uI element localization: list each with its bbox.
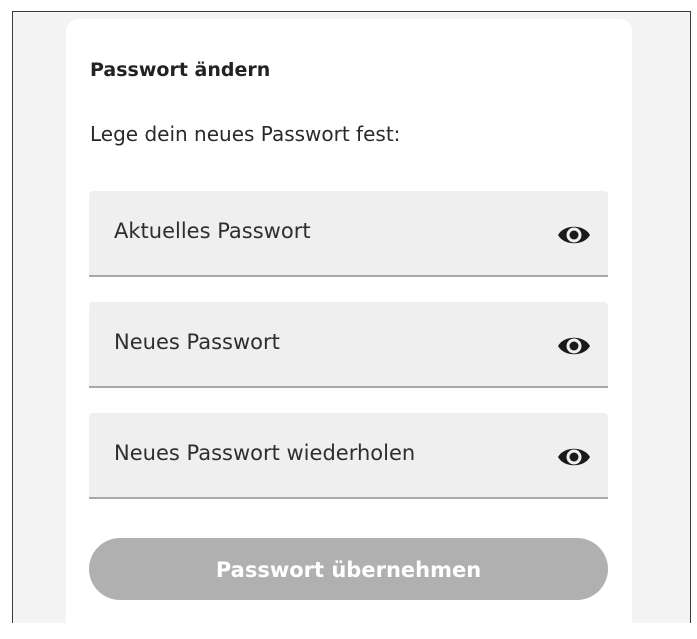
new-password-placeholder: Neues Passwort bbox=[114, 330, 280, 354]
eye-icon[interactable] bbox=[557, 223, 591, 247]
page-title: Passwort ändern bbox=[90, 59, 271, 81]
eye-icon[interactable] bbox=[557, 445, 591, 469]
repeat-password-placeholder: Neues Passwort wiederholen bbox=[114, 441, 416, 465]
current-password-field[interactable]: Aktuelles Passwort bbox=[89, 191, 608, 277]
change-password-card: Passwort ändern Lege dein neues Passwort… bbox=[66, 19, 632, 639]
current-password-placeholder: Aktuelles Passwort bbox=[114, 219, 311, 243]
page-frame: Passwort ändern Lege dein neues Passwort… bbox=[12, 11, 691, 639]
repeat-password-field[interactable]: Neues Passwort wiederholen bbox=[89, 413, 608, 499]
submit-password-button[interactable]: Passwort übernehmen bbox=[89, 538, 608, 600]
eye-icon[interactable] bbox=[557, 334, 591, 358]
instruction-text: Lege dein neues Passwort fest: bbox=[90, 122, 401, 146]
new-password-field[interactable]: Neues Passwort bbox=[89, 302, 608, 388]
